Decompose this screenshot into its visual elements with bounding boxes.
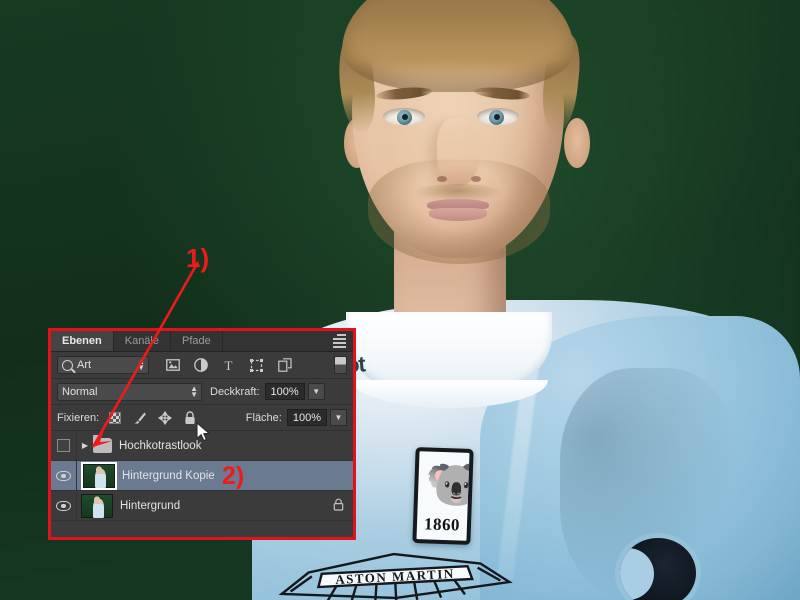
- layer-list: ▶ Hochkotrastlook Hintergrund Kopie Hint…: [51, 431, 353, 538]
- panel-tabbar: Ebenen Kanäle Pfade: [51, 331, 353, 352]
- padlock-icon: [333, 498, 344, 514]
- blend-mode-value: Normal: [62, 385, 98, 398]
- filter-type-icons: T: [165, 358, 292, 373]
- lock-position-move-icon[interactable]: [158, 410, 173, 425]
- lock-label: Fixieren:: [57, 411, 100, 424]
- layer-name: Hochkotrastlook: [119, 439, 202, 452]
- screenshot-stage: ot 🐨 1860 ASTON MARTIN Ebenen Kanäle Pfa…: [0, 0, 800, 600]
- magnifier-icon: [62, 359, 73, 371]
- blend-mode-select[interactable]: Normal ▲ ▼: [57, 382, 202, 401]
- tab-pfade[interactable]: Pfade: [171, 331, 223, 351]
- opacity-label: Deckkraft:: [210, 385, 260, 398]
- layer-thumbnail[interactable]: [83, 463, 115, 488]
- adjustment-layer-filter-icon[interactable]: [193, 358, 208, 373]
- lock-icon-group: [108, 410, 197, 425]
- table-row[interactable]: Hintergrund Kopie: [51, 461, 353, 491]
- panel-menu-icon[interactable]: [329, 333, 349, 350]
- shape-layer-filter-icon[interactable]: [249, 358, 264, 373]
- annotation-label-2: 2): [222, 462, 245, 490]
- chevron-right-icon[interactable]: ▶: [77, 441, 93, 450]
- hamburger-lines: [332, 333, 346, 350]
- pixel-layer-filter-icon[interactable]: [165, 358, 180, 373]
- lock-transparency-checker-icon[interactable]: [108, 411, 122, 425]
- opacity-dropdown-arrow-icon[interactable]: ▼: [307, 383, 325, 400]
- fill-dropdown-arrow-icon[interactable]: ▼: [330, 409, 347, 426]
- tab-ebenen[interactable]: Ebenen: [51, 331, 114, 351]
- fill-label: Fläche:: [245, 411, 282, 424]
- layer-visibility-toggle[interactable]: [51, 491, 77, 520]
- fill-value[interactable]: 100%: [286, 409, 327, 426]
- svg-text:T: T: [225, 359, 233, 372]
- layer-visibility-toggle[interactable]: [51, 431, 77, 460]
- layer-visibility-toggle[interactable]: [51, 461, 77, 490]
- layer-thumbnail[interactable]: [81, 493, 113, 518]
- sponsor-logo-text: ASTON MARTIN: [335, 566, 455, 587]
- type-layer-filter-icon[interactable]: T: [221, 358, 236, 373]
- layer-name: Hintergrund Kopie: [122, 469, 215, 482]
- blend-mode-row: Normal ▲ ▼ Deckkraft: 100% ▼: [51, 379, 353, 405]
- filter-toggle-switch[interactable]: [334, 356, 347, 374]
- layer-filter-row: Art ▲ ▼ T: [51, 352, 353, 379]
- blend-stepper-icon: ▲ ▼: [190, 383, 198, 399]
- mouse-pointer-arrow: [196, 422, 210, 442]
- sleeve-brand-mark: [620, 538, 696, 600]
- folder-icon: [93, 435, 112, 453]
- lower-lip: [429, 208, 487, 221]
- layer-name: Hintergrund: [120, 499, 181, 512]
- opacity-value[interactable]: 100%: [264, 383, 305, 400]
- filter-kind-select[interactable]: Art ▲ ▼: [57, 356, 149, 374]
- club-crest-1860: 🐨 1860: [412, 447, 474, 545]
- filter-kind-label: Art: [77, 359, 92, 371]
- eye-icon: [56, 470, 71, 481]
- pupil-right: [494, 114, 500, 120]
- hair: [342, 0, 574, 92]
- pupil-left: [402, 114, 408, 120]
- stepper-arrows-icon: ▲ ▼: [137, 357, 145, 372]
- tab-kanaele[interactable]: Kanäle: [113, 331, 171, 351]
- annotation-label-1: 1): [186, 243, 210, 273]
- visibility-off-icon: [57, 439, 70, 452]
- smart-object-filter-icon[interactable]: [277, 358, 292, 373]
- crest-year-label: 1860: [423, 514, 461, 535]
- layer-list-empty-space: [51, 521, 353, 538]
- lock-image-brush-icon[interactable]: [133, 411, 147, 425]
- table-row[interactable]: Hintergrund: [51, 491, 353, 521]
- ear-right: [564, 118, 590, 168]
- lion-icon: 🐨: [424, 455, 474, 514]
- eye-icon: [56, 500, 71, 511]
